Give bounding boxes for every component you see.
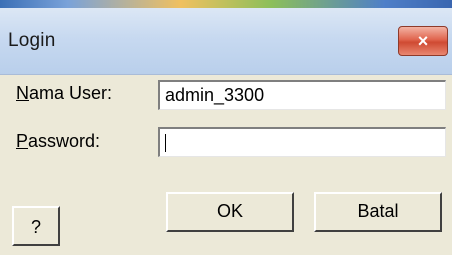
text-caret [165, 134, 166, 153]
ok-button[interactable]: OK [166, 192, 294, 232]
password-label-text: assword: [28, 131, 101, 151]
username-value: admin_3300 [165, 85, 265, 105]
ok-button-label: OK [216, 201, 243, 221]
username-field[interactable]: admin_3300 [158, 80, 446, 110]
password-label: Password: [16, 131, 100, 152]
password-label-accel: P [16, 131, 29, 151]
close-button[interactable]: × [398, 26, 448, 56]
username-label-accel: N [16, 83, 29, 103]
username-label-text: ama User: [29, 83, 113, 103]
login-dialog: Login × Nama User: admin_3300 Password: … [0, 0, 452, 255]
help-button[interactable]: ? [12, 206, 60, 246]
help-button-label: ? [30, 217, 41, 237]
title-bar[interactable]: Login × [0, 8, 452, 75]
cancel-button-label: Batal [357, 201, 399, 221]
window-title: Login [8, 30, 56, 51]
title-accent-strip [0, 0, 452, 8]
close-icon: × [417, 31, 429, 51]
username-label: Nama User: [16, 83, 112, 104]
cancel-button[interactable]: Batal [314, 192, 442, 232]
password-field[interactable] [158, 127, 446, 157]
